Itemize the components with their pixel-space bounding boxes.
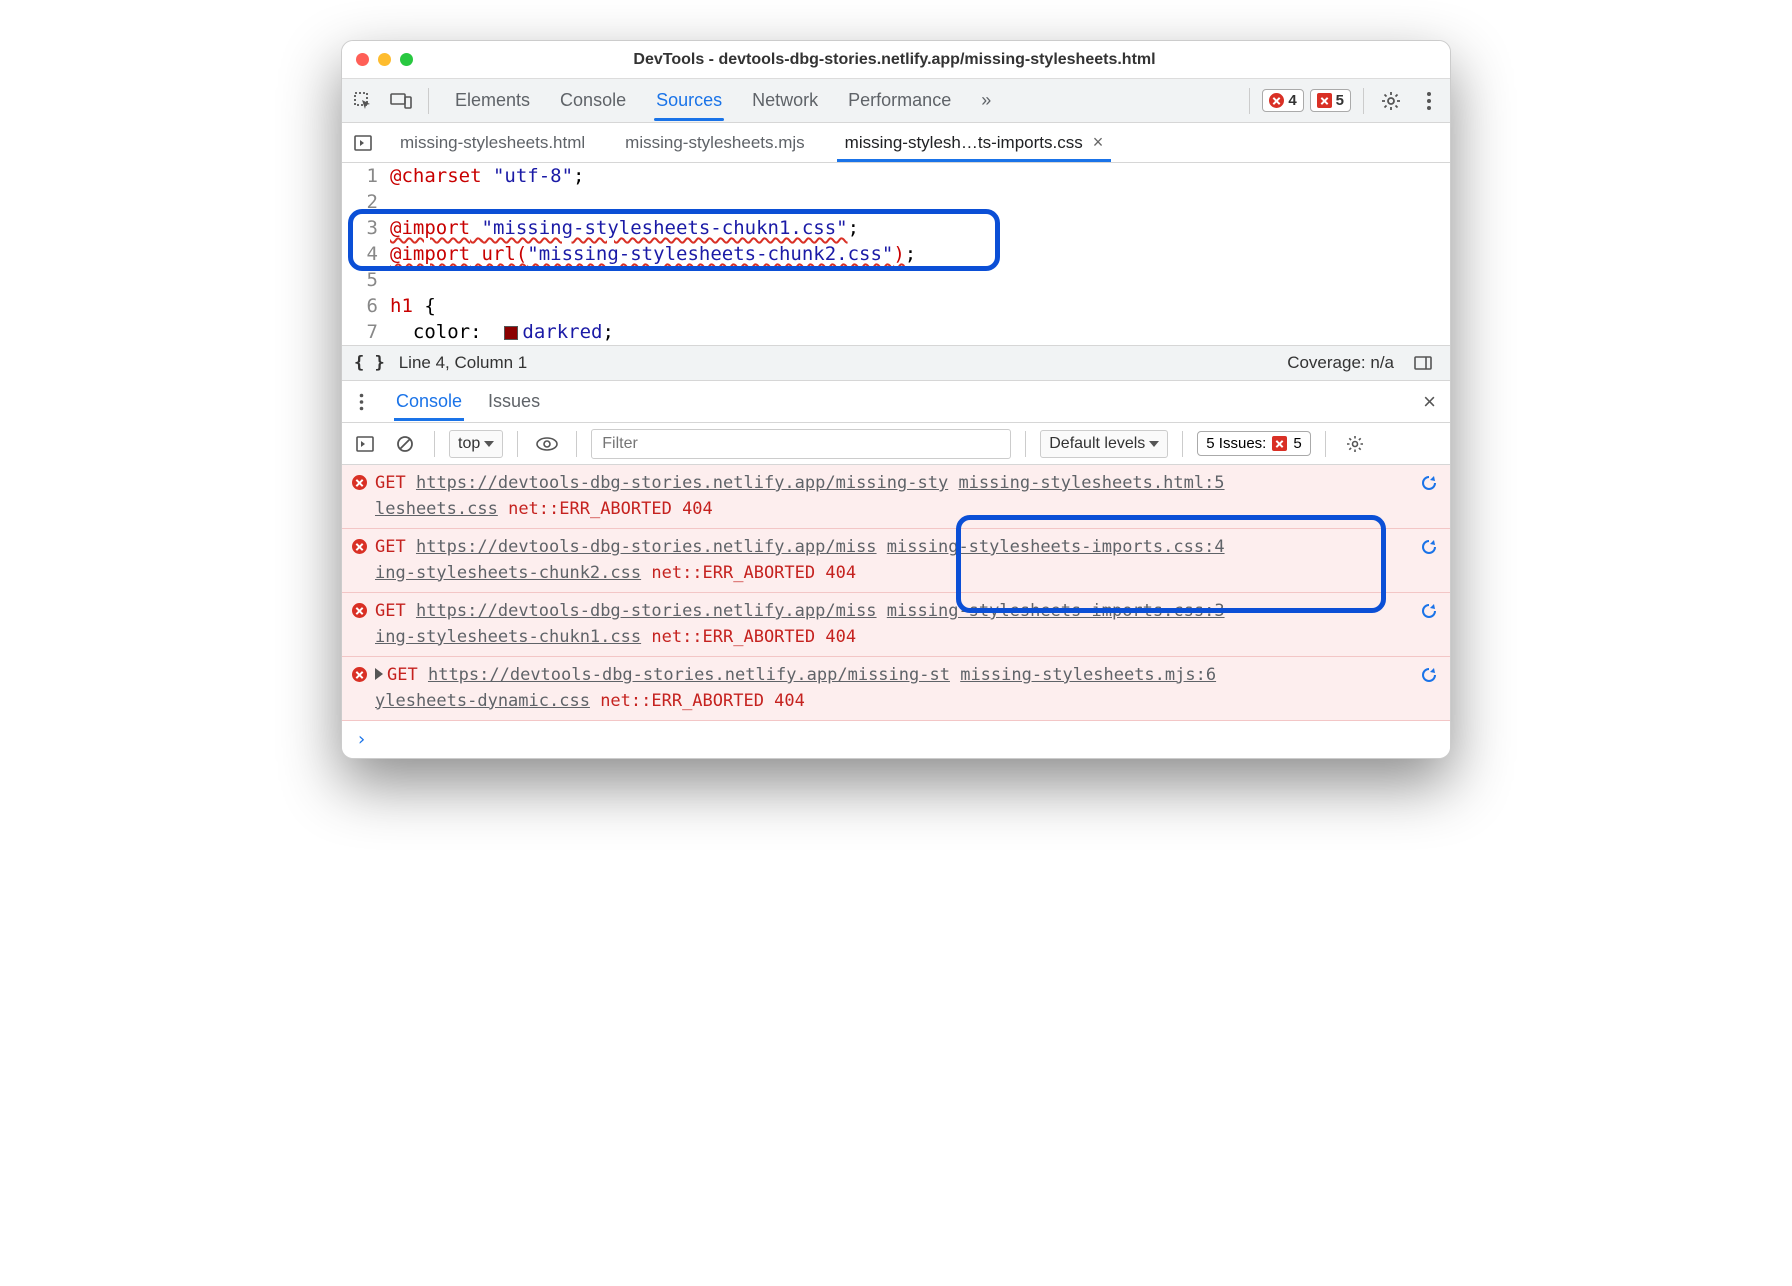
url-link[interactable]: ylesheets-dynamic.css [375,691,590,711]
source-link[interactable]: missing-stylesheets.mjs:6 [960,663,1216,689]
panel-tabs: Elements Console Sources Network Perform… [441,81,1237,120]
file-tab-mjs[interactable]: missing-stylesheets.mjs [607,125,823,161]
coverage-label: Coverage: n/a [1287,353,1394,373]
annotation-highlight [956,515,1386,613]
error-icon [352,539,367,554]
console-sidebar-icon[interactable] [350,429,380,459]
more-tabs-button[interactable]: » [979,81,993,120]
issues-badge[interactable]: 5 [1310,89,1351,112]
window-controls [356,53,413,66]
error-icon [352,603,367,618]
devtools-window: DevTools - devtools-dbg-stories.netlify.… [341,40,1451,759]
drawer-tabs: Console Issues × [342,381,1450,423]
console-messages: GET https://devtools-dbg-stories.netlify… [342,465,1450,758]
issue-icon [1272,436,1287,451]
device-toolbar-icon[interactable] [386,86,416,116]
console-toolbar: top Default levels 5 Issues: 5 [342,423,1450,465]
error-icon [1269,93,1284,108]
settings-icon[interactable] [1376,86,1406,116]
console-settings-icon[interactable] [1340,429,1370,459]
annotation-highlight [348,209,1000,271]
cursor-position: Line 4, Column 1 [399,353,528,373]
error-icon [352,667,367,682]
console-filter-input[interactable] [591,429,1011,459]
file-tab-html[interactable]: missing-stylesheets.html [382,125,603,161]
console-error-row: GET https://devtools-dbg-stories.netlify… [342,657,1450,721]
navigator-toggle-icon[interactable] [348,128,378,158]
maximize-window-button[interactable] [400,53,413,66]
issue-icon [1317,93,1332,108]
replay-xhr-icon[interactable] [1418,599,1440,621]
tab-console[interactable]: Console [558,81,628,120]
titlebar: DevTools - devtools-dbg-stories.netlify.… [342,41,1450,79]
url-link[interactable]: https://devtools-dbg-stories.netlify.app… [416,473,948,493]
expand-icon[interactable] [375,668,383,680]
sidebar-toggle-icon[interactable] [1408,348,1438,378]
context-selector[interactable]: top [449,430,503,458]
editor-status-bar: { } Line 4, Column 1 Coverage: n/a [342,345,1450,381]
url-link[interactable]: lesheets.css [375,499,498,519]
tab-sources[interactable]: Sources [654,81,724,120]
error-icon [352,475,367,490]
window-title: DevTools - devtools-dbg-stories.netlify.… [413,51,1376,69]
kebab-menu-icon[interactable] [1414,86,1444,116]
url-link[interactable]: https://devtools-dbg-stories.netlify.app… [428,665,950,685]
replay-xhr-icon[interactable] [1418,663,1440,685]
tab-elements[interactable]: Elements [453,81,532,120]
source-link[interactable]: missing-stylesheets.html:5 [958,471,1224,497]
url-link[interactable]: ing-stylesheets-chukn1.css [375,627,641,647]
drawer-close-icon[interactable]: × [1417,389,1442,415]
inspect-icon[interactable] [348,86,378,116]
tab-network[interactable]: Network [750,81,820,120]
drawer-kebab-icon[interactable] [350,387,372,417]
url-link[interactable]: https://devtools-dbg-stories.netlify.app… [416,601,877,621]
replay-xhr-icon[interactable] [1418,535,1440,557]
replay-xhr-icon[interactable] [1418,471,1440,493]
url-link[interactable]: https://devtools-dbg-stories.netlify.app… [416,537,877,557]
url-link[interactable]: ing-stylesheets-chunk2.css [375,563,641,583]
minimize-window-button[interactable] [378,53,391,66]
live-expression-icon[interactable] [532,429,562,459]
code-editor[interactable]: 1@charset "utf-8"; 2 3@import "missing-s… [342,163,1450,345]
pretty-print-icon[interactable]: { } [354,353,385,373]
drawer-tab-console[interactable]: Console [394,383,464,420]
drawer-tab-issues[interactable]: Issues [486,383,542,420]
console-issues-badge[interactable]: 5 Issues: 5 [1197,431,1310,456]
tab-performance[interactable]: Performance [846,81,953,120]
console-prompt[interactable]: › [342,721,1450,758]
color-swatch[interactable] [504,326,518,340]
clear-console-icon[interactable] [390,429,420,459]
main-toolbar: Elements Console Sources Network Perform… [342,79,1450,123]
log-levels-selector[interactable]: Default levels [1040,430,1168,458]
file-tab-css[interactable]: missing-stylesh…ts-imports.css × [827,124,1122,161]
close-tab-icon[interactable]: × [1093,132,1104,153]
errors-badge[interactable]: 4 [1262,89,1303,112]
close-window-button[interactable] [356,53,369,66]
file-tab-strip: missing-stylesheets.html missing-stylesh… [342,123,1450,163]
